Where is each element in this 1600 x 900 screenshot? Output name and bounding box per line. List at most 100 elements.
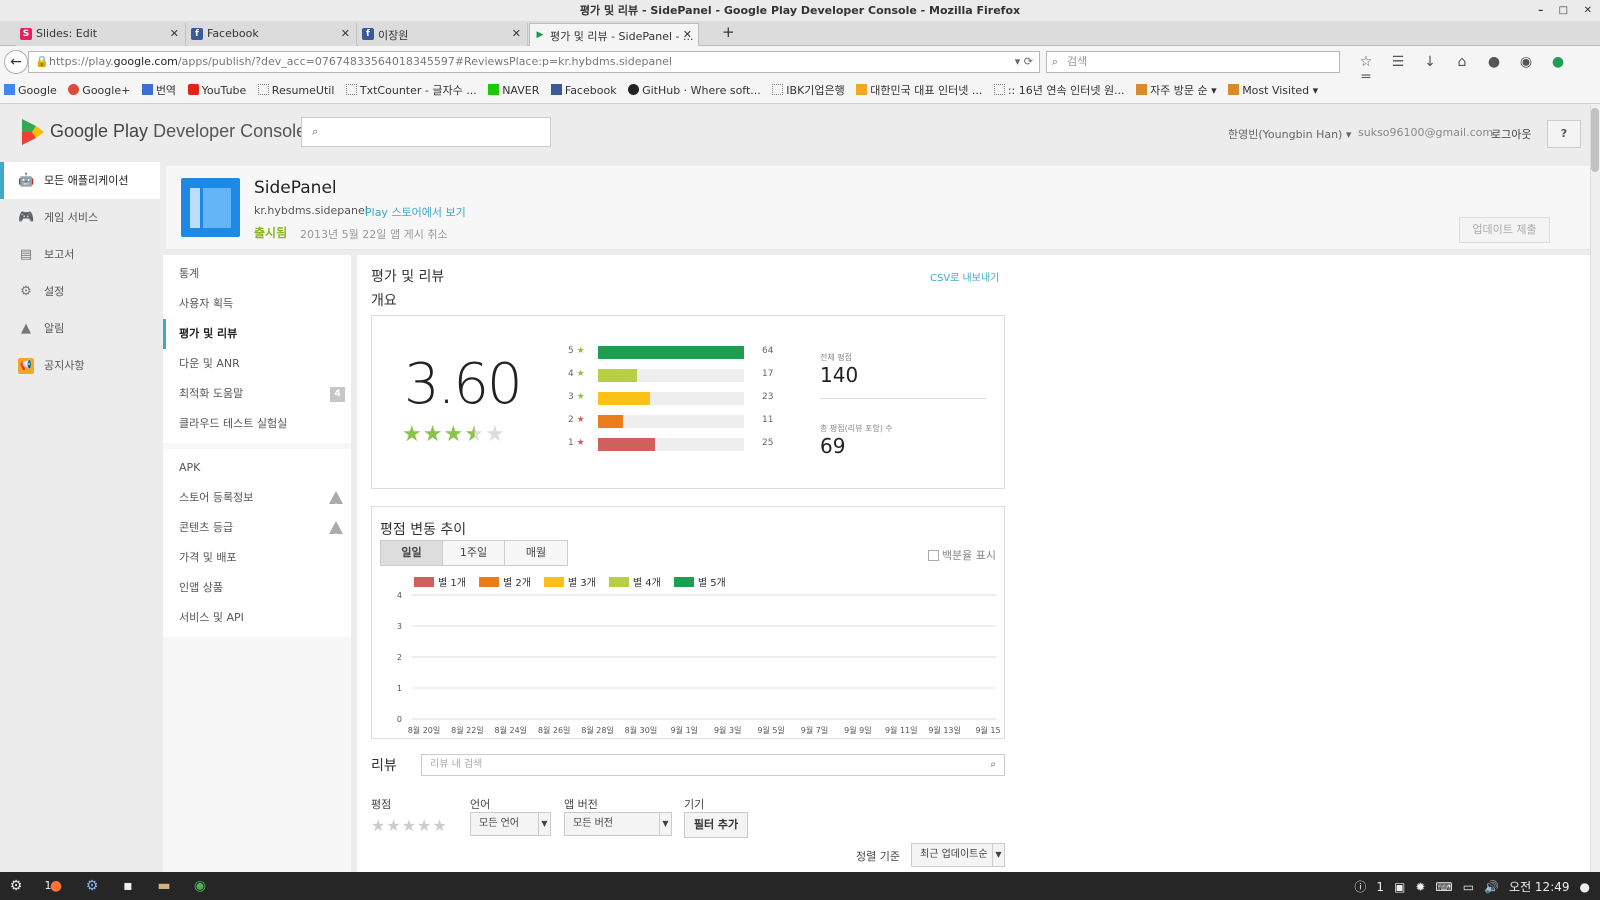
checkbox[interactable] — [927, 550, 939, 561]
bookmark-item[interactable]: 번역 — [141, 78, 176, 103]
star-icon[interactable]: ★ — [432, 816, 447, 835]
period-monthly-button[interactable]: 매월 — [505, 541, 567, 565]
bookmark-item[interactable]: YouTube — [187, 78, 246, 103]
subnav-item-ratings-reviews[interactable]: 평가 및 리뷰 — [163, 319, 351, 349]
export-csv-link[interactable]: CSV로 내보내기 — [930, 269, 999, 284]
maximize-icon[interactable]: □ — [1559, 5, 1568, 16]
period-daily-button[interactable]: 일일 — [381, 541, 443, 565]
clipboard-icon[interactable]: ▣ — [1394, 880, 1405, 894]
subnav-item-in-app-products[interactable]: 인앱 상품 — [163, 573, 351, 603]
language-select[interactable]: 모든 언어 ▼ — [470, 812, 551, 836]
sidebar-item-game-services[interactable]: 🎮 게임 서비스 — [0, 199, 160, 236]
bookmark-folder[interactable]: 자주 방문 순 ▾ — [1136, 78, 1217, 103]
bookmark-item[interactable]: Google+ — [68, 78, 130, 103]
browser-tab-active[interactable]: ▶ 평가 및 리뷰 - SidePanel - ... ✕ — [529, 23, 699, 46]
bookmark-item[interactable]: TxtCounter - 글자수 ... — [345, 78, 477, 103]
bookmark-folder[interactable]: Most Visited ▾ — [1228, 78, 1318, 103]
page-scrollbar[interactable] — [1590, 104, 1600, 872]
bookmark-item[interactable]: Google — [4, 78, 57, 103]
percent-toggle[interactable]: 백분율 표시 — [927, 547, 996, 563]
help-icon[interactable]: ? — [1547, 120, 1581, 148]
submit-update-button[interactable]: 업데이트 제출 — [1459, 217, 1550, 243]
subnav-item-statistics[interactable]: 통계 — [163, 259, 351, 289]
google-play-icon: ▶ — [536, 30, 544, 40]
bookmark-item[interactable]: ResumeUtil — [257, 78, 334, 103]
display-icon[interactable]: ▭ — [1463, 880, 1474, 894]
addon-icon[interactable]: ● — [1542, 54, 1574, 70]
bookmark-label: NAVER — [502, 84, 540, 97]
add-filter-button[interactable]: 필터 추가 — [684, 812, 748, 838]
keyboard-icon[interactable]: ⌨ — [1435, 880, 1452, 894]
home-icon[interactable]: ⌂ — [1446, 54, 1478, 70]
volume-icon[interactable]: 🔊 — [1484, 880, 1499, 894]
new-tab-icon[interactable]: + — [722, 23, 735, 41]
star-icon[interactable]: ★ — [417, 816, 432, 835]
terminal-icon[interactable]: ▪ — [118, 876, 138, 896]
subnav-item-pricing-distribution[interactable]: 가격 및 배포 — [163, 543, 351, 573]
chat-icon[interactable]: ● — [1478, 54, 1510, 70]
extension-icon[interactable]: ◉ — [1510, 54, 1542, 70]
scrollbar-thumb[interactable] — [1591, 108, 1599, 172]
facebook-icon: f — [191, 28, 203, 40]
subnav-item-crashes-anr[interactable]: 다운 및 ANR — [163, 349, 351, 379]
file-manager-icon[interactable]: ▬ — [154, 876, 174, 896]
firefox-icon[interactable]: ● — [46, 876, 66, 896]
user-menu[interactable]: 한영빈(Youngbin Han) ▾ — [1228, 126, 1351, 142]
tab-close-icon[interactable]: ✕ — [512, 27, 521, 40]
settings-icon[interactable]: ✹ — [1415, 880, 1425, 894]
bookmark-item[interactable]: GitHub · Where soft... — [628, 78, 761, 103]
subnav-item-content-rating[interactable]: 콘텐츠 등급 — [163, 513, 351, 553]
bookmark-item[interactable]: :: 16년 연속 인터넷 원... — [993, 78, 1125, 103]
subnav-item-services-api[interactable]: 서비스 및 API — [163, 603, 351, 633]
sidebar-item-settings[interactable]: ⚙ 설정 — [0, 273, 160, 310]
period-weekly-button[interactable]: 1주일 — [443, 541, 505, 565]
subnav-item-apk[interactable]: APK — [163, 453, 351, 483]
folder-icon — [1136, 84, 1148, 95]
system-settings-icon[interactable]: ⚙ — [82, 876, 102, 896]
sidebar-item-alerts[interactable]: ▲ 알림 — [0, 310, 160, 347]
reading-list-icon[interactable]: ☰ — [1382, 54, 1414, 70]
rating-filter-stars[interactable]: ★★★★★ — [371, 816, 448, 835]
sort-select[interactable]: 최근 업데이트순 ▼ — [911, 843, 1005, 867]
back-arrow-icon[interactable]: ← — [4, 50, 28, 74]
sidebar-item-announcements[interactable]: 📢 공지사항 — [0, 347, 160, 384]
star-icon[interactable]: ★ — [386, 816, 401, 835]
bookmark-item[interactable]: 대한민국 대표 인터넷 ... — [856, 78, 982, 103]
sidebar-item-reports[interactable]: ▤ 보고서 — [0, 236, 160, 273]
slides-icon: S — [20, 28, 32, 40]
close-icon[interactable]: ✕ — [1584, 5, 1592, 16]
download-icon[interactable]: ↓ — [1414, 54, 1446, 70]
tab-close-icon[interactable]: ✕ — [683, 28, 692, 41]
tab-close-icon[interactable]: ✕ — [341, 27, 350, 40]
browser-tab[interactable]: S Slides: Edit ✕ — [16, 23, 186, 46]
sidebar-item-all-apps[interactable]: 🤖 모든 애플리케이션 — [0, 162, 160, 199]
user-icon[interactable]: ● — [1580, 880, 1590, 894]
logout-link[interactable]: 로그아웃 — [1491, 126, 1531, 142]
minimize-icon[interactable]: – — [1538, 5, 1543, 16]
subnav-item-user-acquisition[interactable]: 사용자 획득 — [163, 289, 351, 319]
tab-close-icon[interactable]: ✕ — [170, 27, 179, 40]
unpublish-link[interactable]: 앱 게시 취소 — [390, 226, 448, 242]
review-search-input[interactable]: 리뷰 내 검색 ⌕ — [421, 754, 1005, 776]
browser-tab[interactable]: f 이장원 ✕ — [358, 23, 528, 46]
play-store-link[interactable]: Play 스토어에서 보기 — [365, 204, 466, 220]
bookmark-item[interactable]: NAVER — [488, 78, 540, 103]
settings-gear-icon[interactable]: ⚙ — [6, 876, 26, 896]
url-bar[interactable]: 🔒 https://play.google.com/apps/publish/?… — [28, 51, 1040, 73]
browser-tab[interactable]: f Facebook ✕ — [187, 23, 357, 46]
subnav-item-store-listing[interactable]: 스토어 등록정보 — [163, 483, 351, 523]
star-icon[interactable]: ★ — [402, 816, 417, 835]
subnav-item-optimization-tips[interactable]: 최적화 도움말 4 — [163, 379, 351, 409]
notification-icon[interactable]: ⓘ — [1354, 880, 1366, 894]
star-icon[interactable]: ★ — [371, 816, 386, 835]
histogram-star-number: 3 — [568, 392, 577, 402]
bookmark-item[interactable]: IBK기업은행 — [772, 78, 845, 103]
bookmark-star-icon[interactable]: ☆ — [1350, 54, 1382, 70]
bookmark-item[interactable]: Facebook — [550, 78, 617, 103]
subnav-item-cloud-test-lab[interactable]: 클라우드 테스트 실험실 — [163, 409, 351, 439]
console-search-input[interactable]: ⌕ — [301, 117, 551, 147]
app-icon[interactable]: ◉ — [190, 876, 210, 896]
reload-icon[interactable]: ▾ ⟳ — [1015, 52, 1033, 72]
version-select[interactable]: 모든 버전 ▼ — [564, 812, 672, 836]
browser-search-input[interactable]: ⌕ 검색 — [1046, 51, 1340, 73]
